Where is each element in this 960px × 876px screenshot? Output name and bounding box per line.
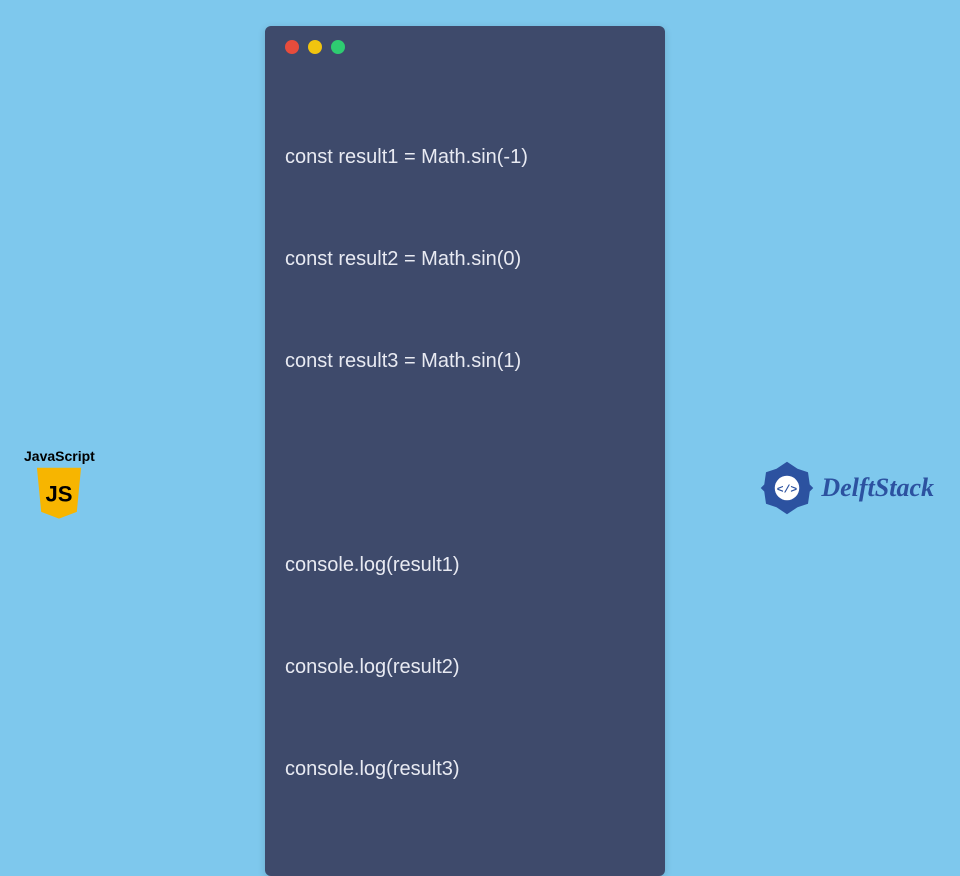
code-window: const result1 = Math.sin(-1) const resul… [265,26,665,876]
traffic-light-close-icon [285,40,299,54]
traffic-light-minimize-icon [308,40,322,54]
brand-name: DelftStack [821,473,934,503]
brand-logo-icon: </> [759,460,815,516]
code-block: const result1 = Math.sin(-1) const resul… [285,72,645,854]
javascript-label: JavaScript [24,448,95,464]
code-line: const result3 = Math.sin(1) [285,344,645,378]
javascript-badge: JavaScript JS [24,448,95,522]
javascript-shield-icon: JS [33,466,85,522]
svg-text:</>: </> [777,484,798,496]
brand: </> DelftStack [759,460,934,516]
code-line: const result1 = Math.sin(-1) [285,140,645,174]
code-line: const result2 = Math.sin(0) [285,242,645,276]
code-line: console.log(result2) [285,650,645,684]
code-line: console.log(result3) [285,752,645,786]
code-line: console.log(result1) [285,548,645,582]
window-traffic-lights [285,40,645,54]
code-line [285,446,645,480]
svg-text:JS: JS [46,482,73,507]
traffic-light-zoom-icon [331,40,345,54]
